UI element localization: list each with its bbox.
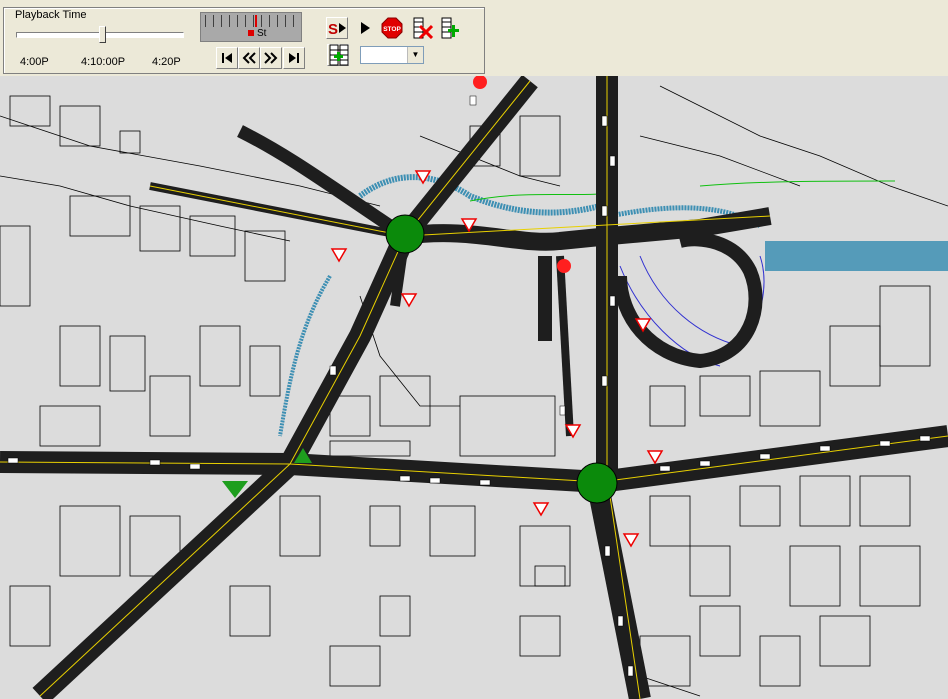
playback-toolbar: Playback Time 4:00P 4:10:00P 4:20P St S …	[0, 0, 948, 76]
tick-label-end: 4:20P	[152, 56, 181, 68]
roundabout-south[interactable]	[576, 462, 618, 504]
grid-frame-button[interactable]	[327, 44, 349, 66]
simulation-map[interactable]	[0, 76, 948, 699]
roundabout-north[interactable]	[385, 214, 425, 254]
playback-time-slider[interactable]	[16, 26, 184, 44]
view-select[interactable]: ▼	[360, 46, 424, 64]
road-network-canvas[interactable]	[0, 76, 948, 699]
grid-frame-icon	[329, 44, 348, 66]
first-frame-button[interactable]	[216, 47, 238, 69]
speed-label: St	[248, 28, 266, 39]
delete-frame-icon	[413, 17, 433, 39]
step-play-button[interactable]: S	[326, 17, 348, 39]
speed-ticks	[205, 15, 297, 27]
stop-button[interactable]: STOP	[381, 17, 403, 39]
play-icon	[361, 22, 370, 34]
play-button[interactable]	[354, 17, 376, 39]
rewind-button[interactable]	[238, 47, 260, 69]
step-play-icon: S	[328, 21, 346, 37]
playback-speed-slider[interactable]: St	[200, 12, 302, 42]
playback-time-label: Playback Time	[13, 9, 89, 21]
add-frame-icon	[441, 17, 459, 39]
add-frame-button[interactable]	[439, 17, 461, 39]
step-letter: S	[328, 21, 338, 37]
tick-label-start: 4:00P	[20, 56, 49, 68]
rewind-icon	[242, 52, 256, 64]
stop-label: STOP	[383, 26, 401, 33]
fast-forward-icon	[264, 52, 278, 64]
tick-label-mid: 4:10:00P	[81, 56, 126, 68]
slider-thumb[interactable]	[99, 26, 106, 43]
stop-icon: STOP	[381, 17, 403, 39]
last-frame-icon	[289, 53, 299, 63]
speed-marker[interactable]	[255, 15, 257, 27]
last-frame-button[interactable]	[283, 47, 305, 69]
first-frame-icon	[222, 53, 232, 63]
fast-forward-button[interactable]	[260, 47, 282, 69]
chevron-down-icon[interactable]: ▼	[407, 47, 423, 63]
delete-frame-button[interactable]	[411, 17, 433, 39]
